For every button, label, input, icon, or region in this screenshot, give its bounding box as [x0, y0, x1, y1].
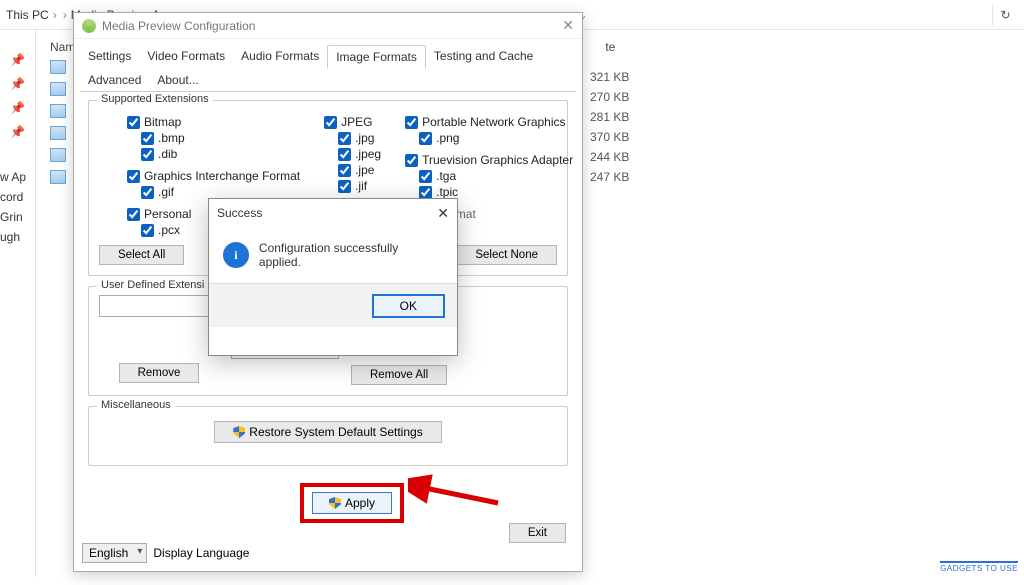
sidebar-item[interactable]: Grin: [0, 210, 36, 224]
checkbox-jpe[interactable]: .jpe: [338, 163, 381, 177]
tab-strip: Settings Video Formats Audio Formats Ima…: [74, 39, 582, 91]
file-icon[interactable]: [50, 126, 66, 140]
close-icon[interactable]: ✕: [437, 205, 449, 222]
file-icon[interactable]: [50, 170, 66, 184]
shield-icon: [233, 426, 245, 438]
checkbox-gif[interactable]: .gif: [141, 185, 300, 199]
modal-titlebar[interactable]: Success ✕: [209, 199, 457, 227]
miscellaneous-group: Miscellaneous Restore System Default Set…: [88, 406, 568, 466]
remove-all-button[interactable]: Remove All: [351, 365, 447, 385]
file-size: 370 KB: [590, 130, 629, 144]
tab-settings[interactable]: Settings: [80, 45, 139, 69]
language-combobox[interactable]: English: [82, 543, 147, 563]
checkbox-tga-group[interactable]: Truevision Graphics Adapter: [405, 153, 573, 167]
remove-button[interactable]: Remove: [119, 363, 200, 383]
checkbox-jpeg-group[interactable]: JPEG: [324, 115, 381, 129]
shield-icon: [329, 497, 341, 509]
sidebar-labels: w Ap cord Grin ugh: [0, 170, 36, 244]
checkbox-jpg[interactable]: .jpg: [338, 131, 381, 145]
chevron-right-icon: ›: [53, 8, 57, 22]
apply-highlight-annotation: Apply: [300, 483, 404, 523]
dialog-titlebar[interactable]: Media Preview Configuration ✕: [74, 13, 582, 39]
checkbox-tga[interactable]: .tga: [419, 169, 573, 183]
app-logo-icon: [82, 19, 96, 33]
column-header-date[interactable]: te: [605, 40, 615, 54]
pin-icon[interactable]: 📌: [0, 120, 35, 144]
group-title: Miscellaneous: [97, 399, 175, 411]
checkbox-gif-group[interactable]: Graphics Interchange Format: [127, 169, 300, 183]
tab-about[interactable]: About...: [149, 69, 206, 91]
sidebar-item[interactable]: cord: [0, 190, 36, 204]
tab-testing-cache[interactable]: Testing and Cache: [426, 45, 541, 69]
checkbox-png-group[interactable]: Portable Network Graphics: [405, 115, 573, 129]
tab-audio-formats[interactable]: Audio Formats: [233, 45, 327, 69]
restore-defaults-button[interactable]: Restore System Default Settings: [214, 421, 441, 443]
select-none-button[interactable]: Select None: [456, 245, 557, 265]
info-icon: i: [223, 242, 249, 268]
language-label: Display Language: [153, 546, 249, 560]
breadcrumb-segment[interactable]: This PC›: [6, 8, 57, 22]
size-column: 321 KB 270 KB 281 KB 370 KB 244 KB 247 K…: [590, 70, 629, 184]
checkbox-tpic[interactable]: .tpic: [419, 185, 573, 199]
tab-video-formats[interactable]: Video Formats: [139, 45, 233, 69]
tab-advanced[interactable]: Advanced: [80, 69, 149, 91]
file-size: 270 KB: [590, 90, 629, 104]
file-size: 244 KB: [590, 150, 629, 164]
checkbox-bmp[interactable]: .bmp: [141, 131, 300, 145]
group-title: Supported Extensions: [97, 93, 213, 105]
pin-icon[interactable]: 📌: [0, 96, 35, 120]
tab-image-formats[interactable]: Image Formats: [327, 45, 426, 69]
checkbox-jif[interactable]: .jif: [338, 179, 381, 193]
dialog-footer: English Display Language: [82, 543, 249, 563]
modal-message: Configuration successfully applied.: [259, 241, 443, 269]
watermark: GADGETS TO USE: [940, 561, 1018, 573]
sidebar-item[interactable]: ugh: [0, 230, 36, 244]
close-icon[interactable]: ✕: [562, 17, 574, 34]
refresh-icon[interactable]: ↻: [992, 4, 1018, 26]
file-icon[interactable]: [50, 60, 66, 74]
pin-icon[interactable]: 📌: [0, 48, 35, 72]
file-icon[interactable]: [50, 148, 66, 162]
file-icon[interactable]: [50, 82, 66, 96]
exit-button[interactable]: Exit: [509, 523, 566, 543]
checkbox-dib[interactable]: .dib: [141, 147, 300, 161]
apply-button[interactable]: Apply: [312, 492, 392, 514]
dialog-title: Media Preview Configuration: [102, 19, 255, 33]
file-size: 321 KB: [590, 70, 629, 84]
sidebar-item[interactable]: w Ap: [0, 170, 36, 184]
checkbox-bitmap[interactable]: Bitmap: [127, 115, 300, 129]
success-modal: Success ✕ i Configuration successfully a…: [208, 198, 458, 356]
select-all-button[interactable]: Select All: [99, 245, 184, 265]
quick-access-sidebar: 📌 📌 📌 📌: [0, 30, 36, 577]
chevron-right-icon: ›: [63, 8, 67, 22]
modal-title: Success: [217, 206, 262, 220]
checkbox-jpeg[interactable]: .jpeg: [338, 147, 381, 161]
pin-icon[interactable]: 📌: [0, 72, 35, 96]
extension-input[interactable]: [99, 295, 219, 317]
file-size: 247 KB: [590, 170, 629, 184]
file-icon[interactable]: [50, 104, 66, 118]
file-size: 281 KB: [590, 110, 629, 124]
column-header-name[interactable]: Nam: [50, 40, 75, 54]
checkbox-png[interactable]: .png: [419, 131, 573, 145]
group-title: User Defined Extensi: [97, 279, 208, 291]
ok-button[interactable]: OK: [372, 294, 445, 318]
